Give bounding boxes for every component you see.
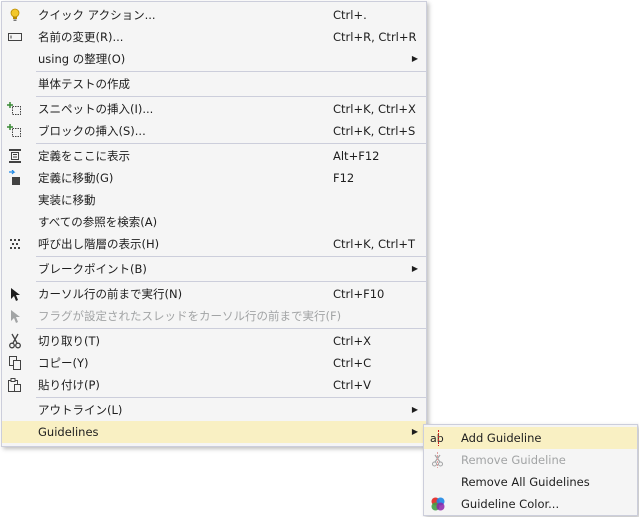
- menu-item-label: 実装に移動: [38, 193, 96, 207]
- menu-item-copy[interactable]: コピー(Y) Ctrl+C: [2, 352, 426, 374]
- menu-item-remove-all-guidelines[interactable]: Remove All Guidelines: [424, 471, 637, 493]
- menu-item-label: カーソル行の前まで実行(N): [38, 287, 183, 301]
- svg-text:ab: ab: [430, 432, 444, 445]
- guideline-color-icon: [430, 496, 446, 512]
- submenu-arrow-icon: ▶: [411, 405, 418, 414]
- menu-item-label: ブレークポイント(B): [38, 262, 147, 276]
- menu-item-run-flagged-threads-to-cursor: フラグが設定されたスレッドをカーソル行の前まで実行(F): [2, 305, 426, 327]
- menu-item-label: 呼び出し階層の表示(H): [38, 237, 160, 251]
- menu-item-shortcut: Ctrl+K, Ctrl+X: [333, 102, 416, 116]
- lightbulb-icon: [7, 7, 23, 23]
- menu-separator: [36, 143, 426, 144]
- rename-icon: [7, 29, 23, 45]
- menu-item-label: スニペットの挿入(I)...: [38, 102, 154, 116]
- menu-item-insert-snippet[interactable]: スニペットの挿入(I)... Ctrl+K, Ctrl+X: [2, 98, 426, 120]
- menu-item-cut[interactable]: 切り取り(T) Ctrl+X: [2, 330, 426, 352]
- menu-separator: [36, 256, 426, 257]
- menu-item-guidelines[interactable]: Guidelines ▶: [2, 421, 426, 443]
- menu-item-outlining[interactable]: アウトライン(L) ▶: [2, 399, 426, 421]
- peek-definition-icon: [7, 148, 23, 164]
- go-to-definition-icon: [7, 170, 23, 186]
- menu-separator: [36, 96, 426, 97]
- menu-item-quick-actions[interactable]: クイック アクション... Ctrl+.: [2, 4, 426, 26]
- scissors-icon: [7, 333, 23, 349]
- menu-item-label: 定義をここに表示: [38, 149, 130, 163]
- menu-item-label: ブロックの挿入(S)...: [38, 124, 146, 138]
- call-hierarchy-icon: [7, 236, 23, 252]
- menu-item-run-to-cursor[interactable]: カーソル行の前まで実行(N) Ctrl+F10: [2, 283, 426, 305]
- menu-item-shortcut: Ctrl+C: [333, 356, 372, 370]
- menu-separator: [36, 281, 426, 282]
- menu-item-rename[interactable]: 名前の変更(R)... Ctrl+R, Ctrl+R: [2, 26, 426, 48]
- menu-item-paste[interactable]: 貼り付け(P) Ctrl+V: [2, 374, 426, 396]
- menu-item-shortcut: Ctrl+R, Ctrl+R: [333, 30, 417, 44]
- submenu-arrow-icon: ▶: [411, 54, 418, 63]
- run-to-cursor-icon: [7, 286, 23, 302]
- menu-item-view-call-hierarchy[interactable]: 呼び出し階層の表示(H) Ctrl+K, Ctrl+T: [2, 233, 426, 255]
- menu-item-label: Remove All Guidelines: [461, 475, 590, 489]
- menu-item-go-to-definition[interactable]: 定義に移動(G) F12: [2, 167, 426, 189]
- menu-item-shortcut: Ctrl+K, Ctrl+T: [333, 237, 416, 251]
- menu-item-shortcut: Ctrl+X: [333, 334, 371, 348]
- menu-item-label: コピー(Y): [38, 356, 89, 370]
- menu-item-find-all-references[interactable]: すべての参照を検索(A): [2, 211, 426, 233]
- remove-guideline-icon: [430, 452, 446, 468]
- context-menu: クイック アクション... Ctrl+. 名前の変更(R)... Ctrl+R,…: [1, 1, 427, 447]
- menu-item-label: すべての参照を検索(A): [38, 215, 158, 229]
- menu-item-create-unit-tests[interactable]: 単体テストの作成: [2, 73, 426, 95]
- menu-item-breakpoint[interactable]: ブレークポイント(B) ▶: [2, 258, 426, 280]
- menu-item-shortcut: Ctrl+.: [333, 8, 367, 22]
- paste-icon: [7, 377, 23, 393]
- menu-item-label: 切り取り(T): [38, 334, 100, 348]
- menu-item-shortcut: Ctrl+V: [333, 378, 371, 392]
- menu-separator: [36, 328, 426, 329]
- menu-item-add-guideline[interactable]: ab Add Guideline: [424, 427, 637, 449]
- add-guideline-icon: ab: [430, 430, 446, 446]
- copy-icon: [7, 355, 23, 371]
- menu-item-shortcut: Ctrl+F10: [333, 287, 385, 301]
- menu-item-shortcut: F12: [333, 171, 355, 185]
- submenu-arrow-icon: ▶: [411, 427, 418, 436]
- menu-item-label: Guidelines: [38, 425, 99, 439]
- menu-item-shortcut: Alt+F12: [333, 149, 380, 163]
- menu-item-organize-usings[interactable]: using の整理(O) ▶: [2, 48, 426, 70]
- menu-item-label: 単体テストの作成: [38, 77, 130, 91]
- menu-item-label: 名前の変更(R)...: [38, 30, 124, 44]
- menu-item-peek-definition[interactable]: 定義をここに表示 Alt+F12: [2, 145, 426, 167]
- menu-item-surround-with[interactable]: ブロックの挿入(S)... Ctrl+K, Ctrl+S: [2, 120, 426, 142]
- menu-item-label: Add Guideline: [461, 431, 542, 445]
- menu-item-label: クイック アクション...: [38, 8, 156, 22]
- menu-item-guideline-color[interactable]: Guideline Color...: [424, 493, 637, 515]
- insert-snippet-icon: [7, 101, 23, 117]
- menu-item-remove-guideline: Remove Guideline: [424, 449, 637, 471]
- menu-item-label: 定義に移動(G): [38, 171, 114, 185]
- menu-item-label: Remove Guideline: [461, 453, 566, 467]
- submenu-arrow-icon: ▶: [411, 264, 418, 273]
- menu-item-label: フラグが設定されたスレッドをカーソル行の前まで実行(F): [38, 309, 342, 323]
- surround-with-icon: [7, 123, 23, 139]
- menu-separator: [36, 397, 426, 398]
- menu-separator: [36, 71, 426, 72]
- menu-item-label: アウトライン(L): [38, 403, 123, 417]
- guidelines-submenu: ab Add Guideline Remove Guideline Remove…: [423, 424, 638, 516]
- menu-item-shortcut: Ctrl+K, Ctrl+S: [333, 124, 416, 138]
- menu-item-label: using の整理(O): [38, 52, 126, 66]
- menu-item-label: 貼り付け(P): [38, 378, 100, 392]
- menu-item-go-to-implementation[interactable]: 実装に移動: [2, 189, 426, 211]
- run-flagged-threads-icon: [7, 308, 23, 324]
- menu-item-label: Guideline Color...: [461, 497, 560, 511]
